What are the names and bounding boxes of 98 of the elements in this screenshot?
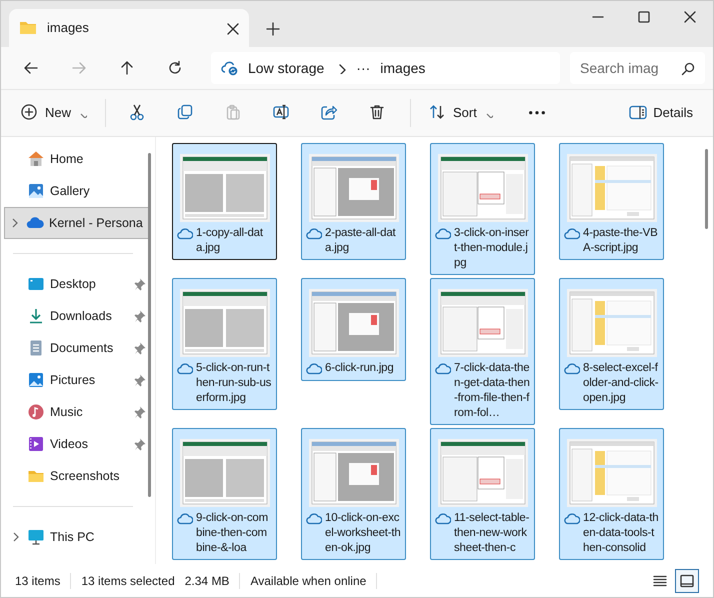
selection-count: 13 items selected [81,572,175,590]
forward-arrow-icon [71,60,87,76]
up-arrow-icon [119,60,135,76]
share-icon [321,104,340,122]
sort-button[interactable]: Sort [421,96,501,130]
monitor-icon [27,528,45,546]
file-name: 12-click-data-then-data-tools-then-consolid [583,511,659,556]
scrollbar[interactable] [148,153,151,497]
item-count: 13 items [15,572,60,590]
breadcrumb[interactable]: Low storage [248,58,324,78]
availability-status: Available when online [250,572,366,590]
sidebar-item[interactable]: Downloads [5,300,150,332]
sidebar-item[interactable]: Desktop [5,268,150,300]
file-tile[interactable]: 9-click-on-combine-then-combine-&-loa [172,428,277,560]
sidebar-item[interactable]: Kernel - Persona [4,207,149,239]
tiles-view-button[interactable] [675,568,699,592]
tiles-view-icon [679,572,695,588]
file-name: 11-select-table-then-new-worksheet-then-c [454,511,530,556]
file-name: 2-paste-all-data.jpg [325,226,397,256]
folder-icon [19,19,37,37]
cloud-icon [435,511,451,527]
cloud-icon [177,361,193,377]
sidebar-item[interactable]: This PC [5,521,150,553]
file-name: 6-click-run.jpg [325,361,395,376]
new-button[interactable]: New [13,96,96,130]
sidebar-item[interactable]: Documents [5,332,150,364]
file-tile[interactable]: 11-select-table-then-new-worksheet-then-c [430,428,535,560]
breadcrumb-overflow[interactable]: ··· [356,58,370,78]
new-plus-icon [21,104,39,122]
details-button[interactable]: Details [621,96,701,130]
file-name: 1-copy-all-data.jpg [196,226,264,256]
file-tile[interactable]: 5-click-on-run-then-run-sub-userform.jpg [172,278,277,410]
pictures-icon [27,371,45,389]
cloud-icon [564,361,580,377]
file-name: 7-click-data-then-get-data-then-from-file-then-from-fol… [454,361,530,421]
pin-icon [133,437,147,451]
close-icon [682,9,698,25]
file-name: 8-select-excel-folder-and-click-open.jpg [583,361,659,406]
cloud-icon [564,226,580,242]
file-tile[interactable]: 6-click-run.jpg [301,278,406,381]
video-icon [27,435,45,453]
file-tile[interactable]: 10-click-on-excel-worksheet-then-ok.jpg [301,428,406,560]
cloud-icon [306,361,322,377]
gallery-icon [27,182,45,200]
sidebar-item[interactable]: Gallery [5,175,150,207]
cloud-icon [306,226,322,242]
download-icon [27,307,45,325]
back-arrow-icon [23,60,39,76]
plus-icon [265,20,280,36]
sidebar-item[interactable]: Screenshots [5,460,150,492]
pin-icon [133,277,147,291]
tab[interactable]: images [9,9,249,47]
details-pane-icon [629,104,648,122]
cloud-icon [435,226,451,242]
file-tile[interactable]: 8-select-excel-folder-and-click-open.jpg [559,278,664,410]
address-bar[interactable]: Low storage ··· images [211,52,560,84]
pin-icon [133,405,147,419]
file-name: 3-click-on-insert-then-module.jpg [454,226,530,271]
file-name: 10-click-on-excel-worksheet-then-ok.jpg [325,511,401,556]
tab-title: images [47,19,90,38]
cloud-icon [564,511,580,527]
rename-icon [273,104,292,122]
sidebar-item[interactable]: Home [5,143,150,175]
file-name: 9-click-on-combine-then-combine-&-loa [196,511,269,556]
new-tab-button[interactable] [265,20,280,36]
file-tile[interactable]: 12-click-data-then-data-tools-then-consolid [559,428,664,560]
sidebar-item[interactable]: Music [5,396,150,428]
cloud-icon [177,511,193,527]
file-tile[interactable]: 1-copy-all-data.jpg [172,143,277,260]
pin-icon [133,341,147,355]
scrollbar[interactable] [705,149,708,229]
music-icon [27,403,45,421]
cloud-sync-icon [221,60,238,76]
pin-icon [133,309,147,323]
sidebar-item[interactable]: Pictures [5,364,150,396]
file-tile[interactable]: 3-click-on-insert-then-module.jpg [430,143,535,275]
cloud-icon [177,226,193,242]
close-tab-button[interactable] [225,21,239,35]
search-field[interactable]: Search imag [570,52,705,84]
pin-icon [133,373,147,387]
file-name: 4-paste-the-VBA-script.jpg [583,226,659,256]
file-tile[interactable]: 2-paste-all-data.jpg [301,143,406,260]
breadcrumb[interactable]: images [380,58,426,78]
close-icon [225,21,239,35]
minimize-icon [592,16,604,18]
desktop-icon [27,275,45,293]
maximize-icon [636,9,652,25]
file-name: 5-click-on-run-then-run-sub-userform.jpg [196,361,272,406]
search-icon [680,61,695,76]
cloud-icon [435,361,451,377]
sidebar-item[interactable]: Videos [5,428,150,460]
refresh-icon [167,60,183,76]
file-tile[interactable]: 4-paste-the-VBA-script.jpg [559,143,664,260]
more-icon [528,111,545,115]
file-tile[interactable]: 7-click-data-then-get-data-then-from-file-then-from-fol… [430,278,535,425]
cloud-icon [306,511,322,527]
home-icon [27,150,45,168]
selection-size: 2.34 MB [184,572,230,590]
